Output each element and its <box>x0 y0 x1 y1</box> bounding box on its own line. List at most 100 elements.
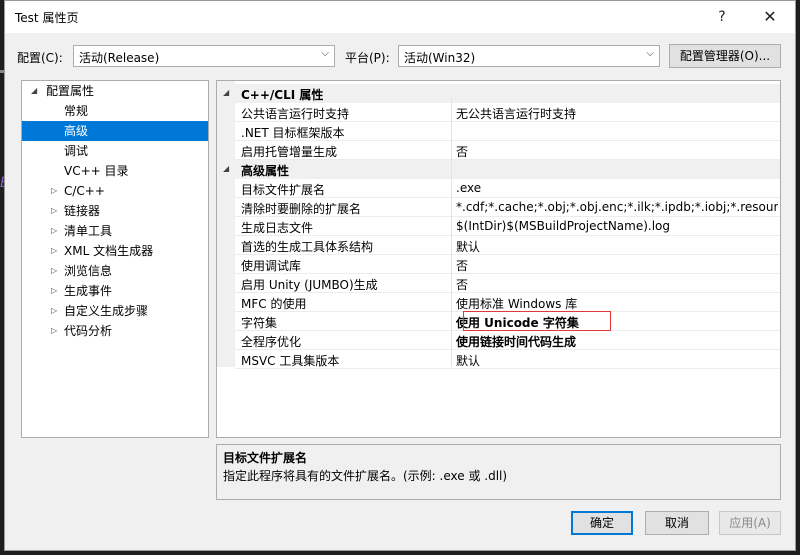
highlight-box <box>463 311 611 331</box>
property-name: 首选的生成工具体系结构 <box>241 240 374 254</box>
collapsed-triangle-icon[interactable]: ▷ <box>51 301 57 321</box>
platform-dropdown[interactable]: 活动(Win32) ⌵ <box>398 45 660 67</box>
property-value: 无公共语言运行时支持 <box>456 107 577 121</box>
property-row[interactable]: 全程序优化 使用链接时间代码生成 <box>235 331 780 350</box>
property-name: 字符集 <box>241 316 278 330</box>
property-name: 生成日志文件 <box>241 221 314 235</box>
property-value: 否 <box>456 259 469 273</box>
collapsed-triangle-icon[interactable]: ▷ <box>51 221 57 241</box>
help-button[interactable]: ? <box>707 5 737 29</box>
title-bar: Test 属性页 ? ✕ <box>5 1 795 33</box>
property-value: 否 <box>456 278 469 292</box>
collapsed-triangle-icon[interactable]: ▷ <box>51 321 57 341</box>
property-row[interactable]: MFC 的使用 使用标准 Windows 库 <box>235 293 780 312</box>
expanded-triangle-icon[interactable]: ◢ <box>223 164 229 173</box>
property-value: .exe <box>456 181 482 195</box>
property-row[interactable]: 启用 Unity (JUMBO)生成 否 <box>235 274 780 293</box>
property-row[interactable]: 首选的生成工具体系结构 默认 <box>235 236 780 255</box>
tree-item-configuration-properties[interactable]: ◢ 配置属性 <box>22 81 208 101</box>
property-row[interactable]: 生成日志文件 $(IntDir)$(MSBuildProjectName).lo… <box>235 217 780 236</box>
category-cpp-cli[interactable]: ◢ C++/CLI 属性 <box>217 84 780 103</box>
expanded-triangle-icon[interactable]: ◢ <box>223 88 229 97</box>
chevron-down-icon: ⌵ <box>646 48 654 59</box>
tree-item-advanced[interactable]: 高级 <box>22 121 208 141</box>
property-name: .NET 目标框架版本 <box>241 126 345 140</box>
tree-item-label: 高级 <box>64 124 89 138</box>
tree-item-general[interactable]: 常规 <box>22 101 208 121</box>
category-title: C++/CLI 属性 <box>241 88 324 102</box>
configuration-value: 活动(Release) <box>79 51 160 65</box>
close-button[interactable]: ✕ <box>755 5 785 29</box>
platform-label: 平台(P): <box>345 51 390 65</box>
tree-item-label: C/C++ <box>64 184 105 198</box>
configuration-label: 配置(C): <box>17 51 63 65</box>
tree-item-linker[interactable]: ▷ 链接器 <box>22 201 208 221</box>
description-text: 指定此程序将具有的文件扩展名。(示例: .exe 或 .dll) <box>223 469 508 483</box>
description-title: 目标文件扩展名 <box>223 451 308 465</box>
collapsed-triangle-icon[interactable]: ▷ <box>51 241 57 261</box>
property-row[interactable]: 使用调试库 否 <box>235 255 780 274</box>
chevron-down-icon: ⌵ <box>321 48 329 59</box>
tree-item-label: 调试 <box>64 144 89 158</box>
property-value: 默认 <box>456 240 481 254</box>
tree-item-label: 代码分析 <box>64 324 113 338</box>
platform-value: 活动(Win32) <box>404 51 476 65</box>
tree-item-label: 清单工具 <box>64 224 113 238</box>
collapsed-triangle-icon[interactable]: ▷ <box>51 261 57 281</box>
property-value: 默认 <box>456 354 481 368</box>
property-name: MFC 的使用 <box>241 297 307 311</box>
property-value: 使用标准 Windows 库 <box>456 297 578 311</box>
property-name: 启用 Unity (JUMBO)生成 <box>241 278 378 292</box>
collapsed-triangle-icon[interactable]: ▷ <box>51 281 57 301</box>
property-row[interactable]: .NET 目标框架版本 <box>235 122 780 141</box>
tree-item-code-analysis[interactable]: ▷ 代码分析 <box>22 321 208 341</box>
tree-item-label: 链接器 <box>64 204 101 218</box>
tree-item-custom-build-step[interactable]: ▷ 自定义生成步骤 <box>22 301 208 321</box>
tree-item-label: XML 文档生成器 <box>64 244 154 258</box>
property-row[interactable]: 目标文件扩展名 .exe <box>235 179 780 198</box>
tree-item-c-cpp[interactable]: ▷ C/C++ <box>22 181 208 201</box>
property-name: 使用调试库 <box>241 259 302 273</box>
property-row[interactable]: 清除时要删除的扩展名 *.cdf;*.cache;*.obj;*.obj.enc… <box>235 198 780 217</box>
ok-button[interactable]: 确定 <box>571 511 633 535</box>
tree-item-label: 常规 <box>64 104 89 118</box>
property-name: 目标文件扩展名 <box>241 183 326 197</box>
column-separator[interactable] <box>451 98 452 367</box>
tree-item-label: 生成事件 <box>64 284 113 298</box>
tree-item-label: 自定义生成步骤 <box>64 304 149 318</box>
tree-item-manifest-tool[interactable]: ▷ 清单工具 <box>22 221 208 241</box>
property-name: 公共语言运行时支持 <box>241 107 350 121</box>
tree-item-debugging[interactable]: 调试 <box>22 141 208 161</box>
cancel-button[interactable]: 取消 <box>645 511 709 535</box>
description-panel: 目标文件扩展名 指定此程序将具有的文件扩展名。(示例: .exe 或 .dll) <box>216 444 781 500</box>
collapsed-triangle-icon[interactable]: ▷ <box>51 181 57 201</box>
window-title: Test 属性页 <box>15 11 79 25</box>
property-grid: ◢ C++/CLI 属性 公共语言运行时支持 无公共语言运行时支持 .NET 目… <box>216 80 781 438</box>
tree-item-label: 浏览信息 <box>64 264 113 278</box>
apply-button[interactable]: 应用(A) <box>719 511 781 535</box>
settings-tree: ◢ 配置属性 常规 高级 调试 VC++ 目录 ▷ C/C++ ▷ 链接器 ▷ … <box>21 80 209 438</box>
configuration-manager-button[interactable]: 配置管理器(O)... <box>669 44 781 68</box>
tree-item-vc-directories[interactable]: VC++ 目录 <box>22 161 208 181</box>
property-row[interactable]: MSVC 工具集版本 默认 <box>235 350 780 369</box>
category-advanced[interactable]: ◢ 高级属性 <box>217 160 780 179</box>
tree-item-browse-information[interactable]: ▷ 浏览信息 <box>22 261 208 281</box>
property-value: 否 <box>456 145 469 159</box>
property-value: $(IntDir)$(MSBuildProjectName).log <box>456 219 671 233</box>
expanded-triangle-icon[interactable]: ◢ <box>31 81 37 101</box>
collapsed-triangle-icon[interactable]: ▷ <box>51 201 57 221</box>
property-name: 全程序优化 <box>241 335 302 349</box>
configuration-dropdown[interactable]: 活动(Release) ⌵ <box>73 45 335 67</box>
property-row-character-set[interactable]: 字符集 使用 Unicode 字符集 <box>235 311 780 331</box>
tree-item-build-events[interactable]: ▷ 生成事件 <box>22 281 208 301</box>
property-name: 启用托管增量生成 <box>241 145 338 159</box>
property-value: 使用链接时间代码生成 <box>456 335 577 349</box>
property-value: *.cdf;*.cache;*.obj;*.obj.enc;*.ilk;*.ip… <box>456 200 778 214</box>
property-row[interactable]: 启用托管增量生成 否 <box>235 141 780 160</box>
property-row[interactable]: 公共语言运行时支持 无公共语言运行时支持 <box>235 103 780 122</box>
tree-item-label: 配置属性 <box>46 84 95 98</box>
tree-item-xml-doc-generator[interactable]: ▷ XML 文档生成器 <box>22 241 208 261</box>
property-name: MSVC 工具集版本 <box>241 354 340 368</box>
property-name: 清除时要删除的扩展名 <box>241 202 362 216</box>
grid-gutter <box>217 81 235 367</box>
